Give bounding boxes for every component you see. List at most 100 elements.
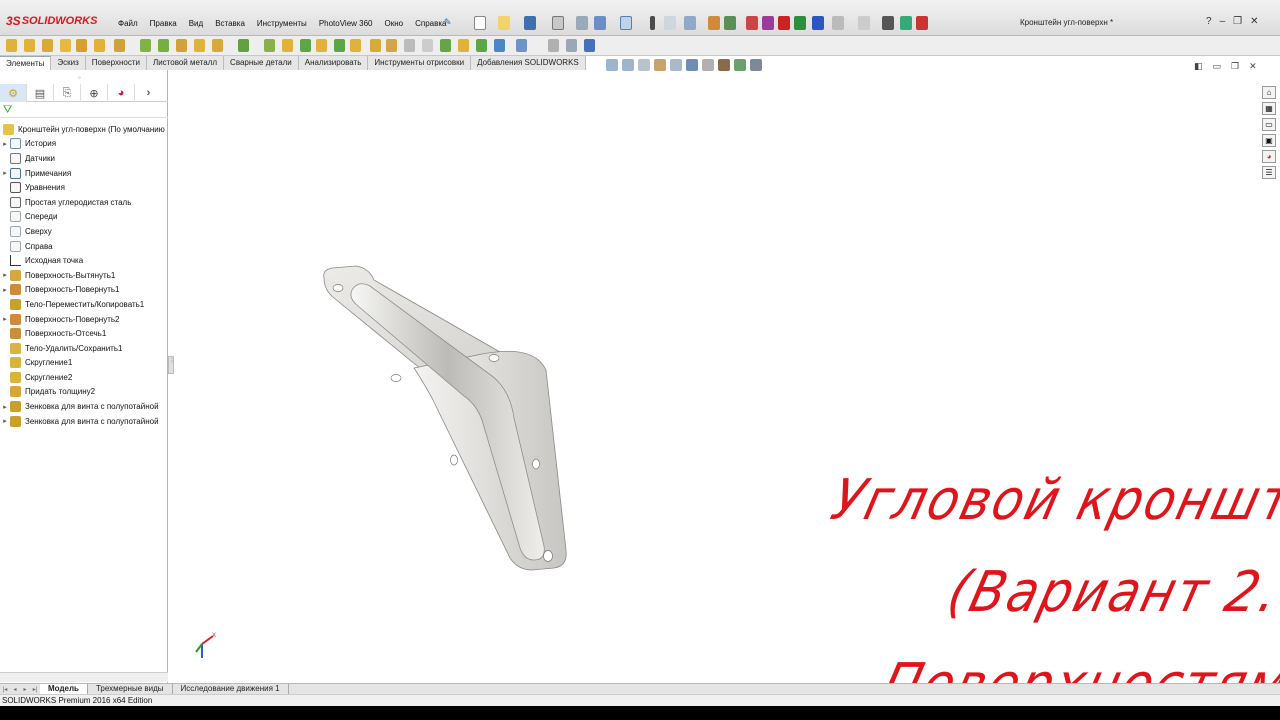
ref-point-icon[interactable] <box>584 39 595 52</box>
menu-edit[interactable]: Правка <box>144 18 183 30</box>
combine-icon[interactable] <box>386 39 397 52</box>
text-tool-icon[interactable] <box>812 16 824 30</box>
tab-sketch[interactable]: Эскиз <box>51 56 86 70</box>
tree-item[interactable]: Исходная точка <box>0 253 168 268</box>
tab-features[interactable]: Элементы <box>0 56 52 70</box>
flex-icon[interactable] <box>458 39 469 52</box>
tree-filter[interactable]: ⛛ <box>0 103 168 118</box>
tree-item[interactable]: ▸ Зенковка для винта с полупотайной <box>0 399 168 414</box>
pin-menu-icon[interactable]: ✎ <box>444 17 454 27</box>
tree-item[interactable]: Уравнения <box>0 180 168 195</box>
tree-item[interactable]: Сверху <box>0 224 168 239</box>
fillet-toolbar-icon[interactable] <box>140 39 151 52</box>
rebuild-icon[interactable] <box>900 16 912 30</box>
expand-arrow-icon[interactable]: ▸ <box>0 169 10 177</box>
prev-tab-icon[interactable]: ◂ <box>10 686 20 693</box>
mirror-icon[interactable] <box>264 39 275 52</box>
curves-icon[interactable] <box>316 39 327 52</box>
loft-icon[interactable] <box>60 39 71 52</box>
tree-item[interactable]: Поверхность-Отсечь1 <box>0 326 168 341</box>
design-library-icon[interactable]: ▦ <box>1262 102 1276 115</box>
move-face-icon[interactable] <box>494 39 505 52</box>
tab-evaluate[interactable]: Анализировать <box>299 56 369 70</box>
open-icon[interactable] <box>498 16 510 30</box>
scale-icon[interactable] <box>476 39 487 52</box>
expand-arrow-icon[interactable]: ▸ <box>0 271 10 279</box>
expand-arrow-icon[interactable]: ▸ <box>0 403 10 411</box>
dimension-icon[interactable] <box>746 16 758 30</box>
revolve-boss-icon[interactable] <box>24 39 35 52</box>
tree-item[interactable]: ▸ Поверхность-Повернуть1 <box>0 283 168 298</box>
next-tab-icon[interactable]: ▸ <box>20 686 30 693</box>
tree-item[interactable]: Скругление2 <box>0 370 168 385</box>
menu-file[interactable]: Файл <box>112 18 144 30</box>
tree-item[interactable]: Спереди <box>0 210 168 225</box>
restore-button[interactable]: ❐ <box>1233 16 1242 27</box>
tree-item[interactable]: Скругление1 <box>0 356 168 371</box>
grid-icon[interactable] <box>882 16 894 30</box>
menu-photoview[interactable]: PhotoView 360 <box>313 18 379 30</box>
dimxpert-tab[interactable]: ⊕ <box>81 84 108 102</box>
print-preview-icon[interactable] <box>576 16 588 30</box>
file-explorer-icon[interactable]: ▭ <box>1262 118 1276 131</box>
tab-sheet-metal[interactable]: Листовой металл <box>147 56 225 70</box>
expand-arrow-icon[interactable]: ▸ <box>0 140 10 148</box>
boundary-icon[interactable] <box>76 39 87 52</box>
sweep-icon[interactable] <box>42 39 53 52</box>
panel-expand-arrow[interactable]: › <box>135 84 162 102</box>
dome-icon[interactable] <box>566 39 577 52</box>
curve-icon[interactable] <box>516 39 527 52</box>
shield-icon[interactable] <box>548 39 559 52</box>
wrap-icon[interactable] <box>282 39 293 52</box>
tree-item[interactable]: Тело-Удалить/Сохранить1 <box>0 341 168 356</box>
measure-icon[interactable] <box>708 16 720 30</box>
solidworks-logo[interactable]: 3S SOLIDWORKS <box>6 11 97 31</box>
tab-motion-study[interactable]: Исследование движения 1 <box>173 684 289 694</box>
first-tab-icon[interactable]: |◂ <box>0 686 10 693</box>
tree-item[interactable]: Придать толщину2 <box>0 385 168 400</box>
tree-item[interactable]: ▸ Поверхность-Повернуть2 <box>0 312 168 327</box>
align-icon[interactable] <box>832 16 844 30</box>
tree-item[interactable]: Тело-Переместить/Копировать1 <box>0 297 168 312</box>
home-icon[interactable]: ⌂ <box>1262 86 1276 99</box>
indent-icon[interactable] <box>440 39 451 52</box>
tree-item[interactable]: ▸ Поверхность-Вытянуть1 <box>0 268 168 283</box>
assembly-icon[interactable] <box>724 16 736 30</box>
property-manager-tab[interactable]: ▤ <box>27 84 54 102</box>
tree-item[interactable]: Датчики <box>0 151 168 166</box>
split-icon[interactable] <box>370 39 381 52</box>
tab-addins[interactable]: Добавления SOLIDWORKS <box>471 56 586 70</box>
deform-icon[interactable] <box>422 39 433 52</box>
intersect-icon[interactable] <box>300 39 311 52</box>
traffic-light-icon[interactable] <box>650 16 655 30</box>
extrude-cut-icon[interactable] <box>94 39 105 52</box>
rd-icon[interactable] <box>778 16 790 30</box>
expand-arrow-icon[interactable]: ▸ <box>0 315 10 323</box>
appearances-icon[interactable]: ◕ <box>1262 150 1276 163</box>
view-palette-icon[interactable]: ▣ <box>1262 134 1276 147</box>
new-document-icon[interactable] <box>474 16 486 30</box>
draft-icon[interactable] <box>194 39 205 52</box>
table-icon[interactable] <box>858 16 870 30</box>
rib-icon[interactable] <box>176 39 187 52</box>
custom-properties-icon[interactable]: ☰ <box>1262 166 1276 179</box>
chamfer-icon[interactable] <box>158 39 169 52</box>
tree-item[interactable]: ▸ История <box>0 137 168 152</box>
help-icon[interactable]: ? <box>1206 16 1212 27</box>
settings-icon[interactable] <box>684 16 696 30</box>
select-arrow-icon[interactable] <box>620 16 632 30</box>
tree-item[interactable]: Простая углеродистая сталь <box>0 195 168 210</box>
tab-model[interactable]: Модель <box>40 684 88 694</box>
freeform-icon[interactable] <box>404 39 415 52</box>
menu-window[interactable]: Окно <box>378 18 409 30</box>
graphics-area[interactable]: Угловой кронштейн (Вариант 2. Поверхност… <box>174 70 1280 717</box>
menu-tools[interactable]: Инструменты <box>251 18 313 30</box>
save-icon[interactable] <box>524 16 536 30</box>
sketch-tool-icon[interactable] <box>762 16 774 30</box>
menu-insert[interactable]: Вставка <box>209 18 251 30</box>
tree-item[interactable]: ▸ Примечания <box>0 166 168 181</box>
stop-icon[interactable] <box>916 16 928 30</box>
panel-horizontal-scrollbar[interactable] <box>0 672 168 682</box>
tree-item[interactable]: Справа <box>0 239 168 254</box>
tab-weldments[interactable]: Сварные детали <box>224 56 299 70</box>
